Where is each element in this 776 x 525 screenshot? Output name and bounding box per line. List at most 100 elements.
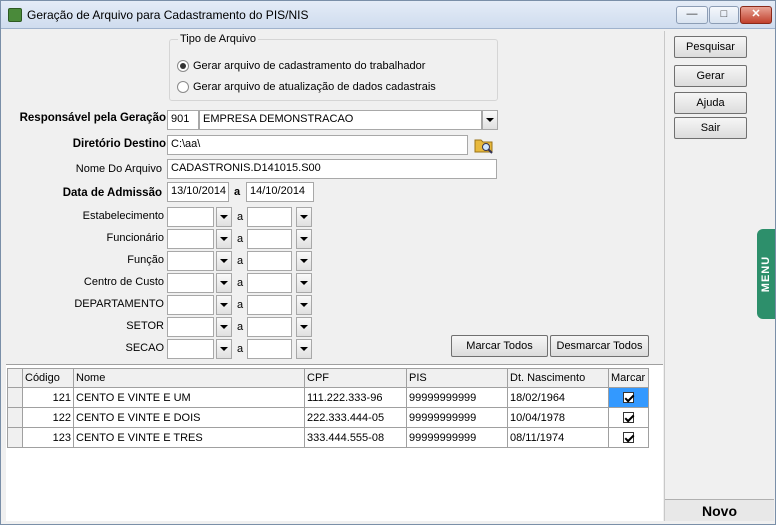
cell-marcar[interactable] — [608, 407, 649, 428]
chevron-down-icon[interactable] — [296, 229, 312, 249]
range-from-input[interactable] — [167, 339, 214, 359]
chevron-down-icon[interactable] — [296, 273, 312, 293]
chevron-down-icon[interactable] — [216, 207, 232, 227]
data-admissao-from-input[interactable]: 13/10/2014 — [167, 182, 229, 202]
marcar-todos-button[interactable]: Marcar Todos — [451, 335, 548, 357]
row-indicator[interactable] — [7, 407, 23, 428]
range-to-input[interactable] — [247, 207, 292, 227]
header-marcar[interactable]: Marcar — [608, 368, 649, 388]
chevron-down-icon[interactable] — [296, 207, 312, 227]
range-from-input[interactable] — [167, 251, 214, 271]
chevron-down-icon[interactable] — [296, 295, 312, 315]
responsavel-label: Responsável pela Geração — [19, 112, 166, 124]
header-nome[interactable]: Nome — [73, 368, 305, 388]
header-pis[interactable]: PIS — [406, 368, 508, 388]
cell-nome: CENTO E VINTE E DOIS — [73, 407, 305, 428]
app-icon — [8, 8, 22, 22]
cell-codigo: 121 — [22, 387, 74, 408]
cell-cpf: 111.222.333-96 — [304, 387, 407, 408]
main-window: Geração de Arquivo para Cadastramento do… — [0, 0, 776, 525]
checkbox-checked-icon[interactable] — [623, 392, 634, 404]
gerar-button[interactable]: Gerar — [674, 65, 747, 87]
range-to-input[interactable] — [247, 251, 292, 271]
cell-marcar[interactable] — [608, 427, 649, 448]
responsavel-name-select[interactable]: EMPRESA DEMONSTRACAO — [199, 110, 482, 130]
cell-nascimento: 08/11/1974 — [507, 427, 609, 448]
data-admissao-label: Data de Admissão — [62, 187, 162, 199]
menu-tab[interactable]: MENU — [757, 229, 775, 319]
table-row[interactable]: 122 CENTO E VINTE E DOIS 222.333.444-05 … — [7, 407, 649, 428]
nome-arquivo-input[interactable]: CADASTRONIS.D141015.S00 — [167, 159, 497, 179]
header-nascimento[interactable]: Dt. Nascimento — [507, 368, 609, 388]
range-from-input[interactable] — [167, 229, 214, 249]
header-codigo[interactable]: Código — [22, 368, 74, 388]
header-cpf[interactable]: CPF — [304, 368, 407, 388]
diretorio-input[interactable]: C:\aa\ — [167, 135, 468, 155]
radio-cadastramento[interactable]: Gerar arquivo de cadastramento do trabal… — [177, 59, 425, 73]
header-indicator — [7, 368, 23, 388]
close-button[interactable]: ✕ — [740, 6, 772, 24]
cell-cpf: 222.333.444-05 — [304, 407, 407, 428]
cell-nascimento: 18/02/1964 — [507, 387, 609, 408]
tipo-arquivo-legend: Tipo de Arquivo — [178, 33, 259, 45]
chevron-down-icon[interactable] — [296, 317, 312, 337]
chevron-down-icon[interactable] — [216, 229, 232, 249]
chevron-down-icon[interactable] — [482, 110, 498, 130]
cell-nome: CENTO E VINTE E UM — [73, 387, 305, 408]
range-to-input[interactable] — [247, 317, 292, 337]
minimize-button[interactable]: — — [676, 6, 708, 24]
range-label: Funcionário — [106, 232, 164, 244]
table-row[interactable]: 123 CENTO E VINTE E TRES 333.444.555-08 … — [7, 427, 649, 448]
range-label: Centro de Custo — [83, 276, 164, 288]
radio-label: Gerar arquivo de cadastramento do trabal… — [193, 60, 426, 72]
desmarcar-todos-button[interactable]: Desmarcar Todos — [550, 335, 649, 357]
range-sep: a — [237, 321, 244, 333]
chevron-down-icon[interactable] — [216, 251, 232, 271]
ajuda-button[interactable]: Ajuda — [674, 92, 747, 114]
row-indicator[interactable] — [7, 387, 23, 408]
checkbox-checked-icon[interactable] — [623, 432, 634, 444]
row-indicator[interactable] — [7, 427, 23, 448]
range-to-input[interactable] — [247, 229, 292, 249]
range-label: SETOR — [126, 320, 164, 332]
maximize-button[interactable]: □ — [709, 6, 739, 24]
range-from-input[interactable] — [167, 295, 214, 315]
checkbox-checked-icon[interactable] — [623, 412, 634, 424]
chevron-down-icon[interactable] — [296, 251, 312, 271]
cell-cpf: 333.444.555-08 — [304, 427, 407, 448]
cell-pis: 99999999999 — [406, 427, 508, 448]
form-panel: Tipo de Arquivo Gerar arquivo de cadastr… — [6, 31, 663, 521]
range-to-input[interactable] — [247, 273, 292, 293]
range-to-input[interactable] — [247, 295, 292, 315]
range-label: Estabelecimento — [82, 210, 164, 222]
menu-tab-label: MENU — [760, 255, 773, 293]
sair-button[interactable]: Sair — [674, 117, 747, 139]
table-row[interactable]: 121 CENTO E VINTE E UM 111.222.333-96 99… — [7, 387, 649, 408]
chevron-down-icon[interactable] — [216, 273, 232, 293]
range-sep: a — [237, 343, 244, 355]
radio-unselected-icon[interactable] — [177, 81, 189, 93]
cell-nome: CENTO E VINTE E TRES — [73, 427, 305, 448]
employee-grid[interactable]: Código Nome CPF PIS Dt. Nascimento Marca… — [6, 364, 663, 521]
pesquisar-button[interactable]: Pesquisar — [674, 36, 747, 58]
range-to-input[interactable] — [247, 339, 292, 359]
title-bar[interactable]: Geração de Arquivo para Cadastramento do… — [1, 1, 775, 29]
data-admissao-to-input[interactable]: 14/10/2014 — [246, 182, 314, 202]
radio-selected-icon[interactable] — [177, 60, 189, 72]
nome-arquivo-label: Nome Do Arquivo — [75, 163, 162, 175]
cell-marcar[interactable] — [608, 387, 649, 408]
chevron-down-icon[interactable] — [216, 339, 232, 359]
folder-search-icon[interactable] — [474, 135, 494, 155]
range-from-input[interactable] — [167, 317, 214, 337]
range-from-input[interactable] — [167, 273, 214, 293]
range-from-input[interactable] — [167, 207, 214, 227]
range-sep: a — [237, 299, 244, 311]
chevron-down-icon[interactable] — [216, 317, 232, 337]
radio-atualizacao[interactable]: Gerar arquivo de atualização de dados ca… — [177, 80, 436, 94]
responsavel-code-input[interactable]: 901 — [167, 110, 199, 130]
range-sep: a — [237, 211, 244, 223]
range-sep: a — [237, 277, 244, 289]
range-label: Função — [127, 254, 164, 266]
chevron-down-icon[interactable] — [296, 339, 312, 359]
chevron-down-icon[interactable] — [216, 295, 232, 315]
